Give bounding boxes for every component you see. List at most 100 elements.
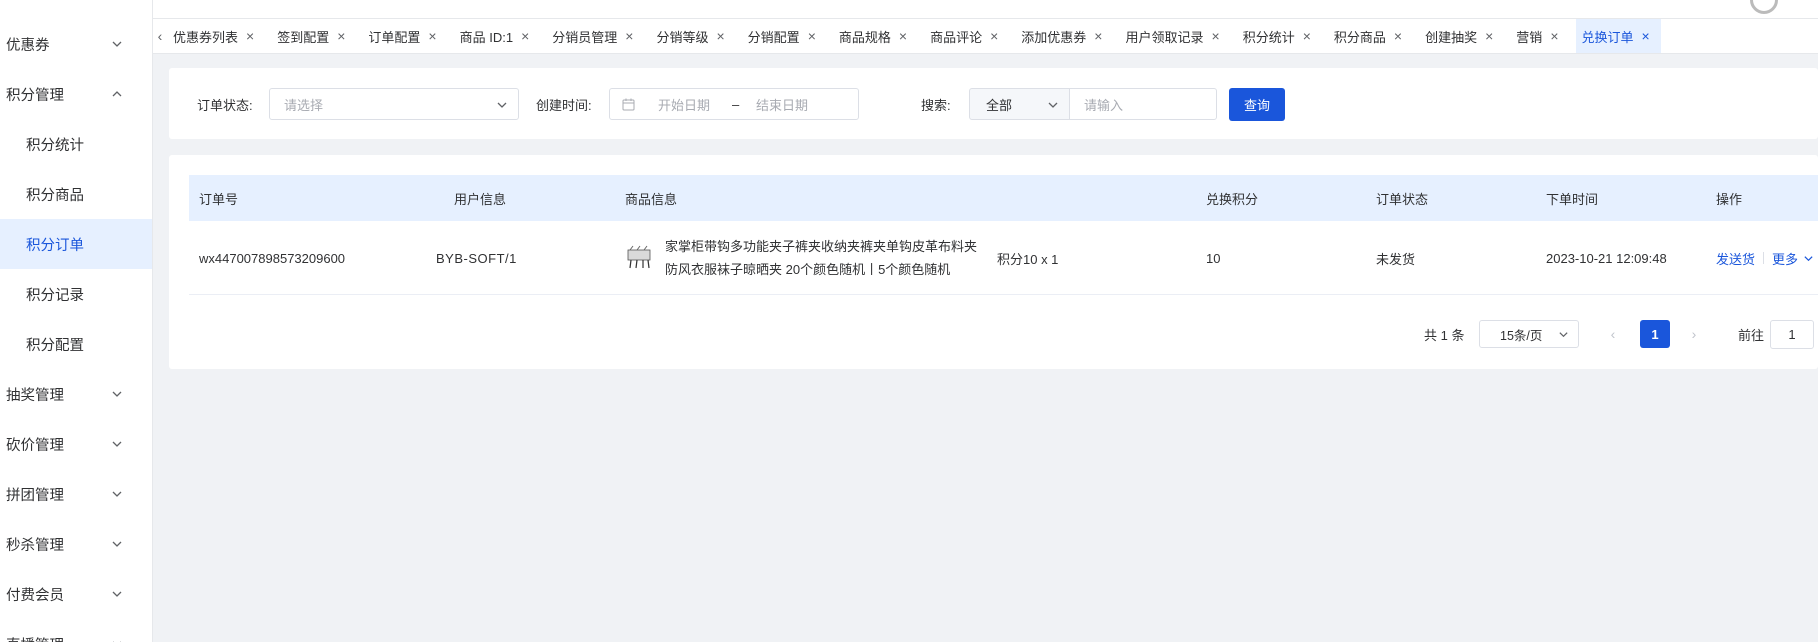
tab-order-config[interactable]: 订单配置 × bbox=[362, 19, 447, 53]
ship-link[interactable]: 发送货 bbox=[1716, 249, 1755, 268]
tab-user-claim-records[interactable]: 用户领取记录 × bbox=[1119, 19, 1230, 53]
date-range-picker[interactable]: 开始日期 – 结束日期 bbox=[609, 88, 859, 120]
tab-label: 商品规格 bbox=[838, 29, 891, 45]
sidebar-item-flash-sale[interactable]: 秒杀管理 bbox=[0, 519, 152, 569]
close-icon[interactable]: × bbox=[990, 29, 998, 43]
close-icon[interactable]: × bbox=[521, 29, 529, 43]
close-icon[interactable]: × bbox=[246, 29, 254, 43]
next-page-button[interactable]: › bbox=[1679, 320, 1709, 348]
created-time-label: 创建时间: bbox=[536, 98, 592, 113]
close-icon[interactable]: × bbox=[1485, 29, 1493, 43]
chevron-down-icon[interactable] bbox=[1803, 253, 1814, 264]
tab-label: 创建抽奖 bbox=[1425, 29, 1478, 45]
tab-goods-spec[interactable]: 商品规格 × bbox=[833, 19, 918, 53]
header-strip bbox=[153, 0, 1818, 19]
chevron-down-icon bbox=[1559, 332, 1568, 338]
close-icon[interactable]: × bbox=[1094, 29, 1102, 43]
sidebar-item-paid-member[interactable]: 付费会员 bbox=[0, 569, 152, 619]
tab-distributor-level[interactable]: 分销等级 × bbox=[650, 19, 735, 53]
sidebar-item-live[interactable]: 直播管理 bbox=[0, 619, 152, 642]
order-status-placeholder: 请选择 bbox=[284, 97, 324, 113]
tab-coupon-list[interactable]: 优惠券列表 × bbox=[167, 19, 265, 53]
sidebar-subitem-points-records[interactable]: 积分记录 bbox=[0, 269, 152, 319]
chevron-left-icon[interactable]: ‹ bbox=[153, 19, 167, 53]
sidebar-subitem-points-goods[interactable]: 积分商品 bbox=[0, 169, 152, 219]
sidebar-subitem-points-config[interactable]: 积分配置 bbox=[0, 319, 152, 369]
sidebar-subitem-label: 积分统计 bbox=[26, 137, 84, 154]
search-scope-select[interactable]: 全部 bbox=[969, 88, 1070, 120]
prev-page-button[interactable]: ‹ bbox=[1598, 320, 1628, 348]
close-icon[interactable]: × bbox=[625, 29, 633, 43]
more-link[interactable]: 更多 bbox=[1772, 249, 1798, 268]
sidebar-item-label: 拼团管理 bbox=[6, 487, 64, 504]
close-icon[interactable]: × bbox=[899, 29, 907, 43]
action-divider bbox=[1763, 252, 1765, 264]
calendar-icon bbox=[622, 98, 635, 111]
avatar[interactable] bbox=[1750, 0, 1778, 14]
column-header-goods: 商品信息 bbox=[625, 191, 678, 207]
sidebar-item-label: 付费会员 bbox=[6, 587, 64, 604]
column-header-time: 下单时间 bbox=[1546, 191, 1599, 207]
sidebar-subitem-label: 积分记录 bbox=[26, 287, 84, 304]
sidebar-item-coupons[interactable]: 优惠券 bbox=[0, 19, 152, 69]
close-icon[interactable]: × bbox=[1212, 29, 1220, 43]
close-icon[interactable]: × bbox=[808, 29, 816, 43]
tab-add-coupon[interactable]: 添加优惠券 × bbox=[1015, 19, 1113, 53]
column-header-order-no: 订单号 bbox=[199, 191, 239, 207]
order-status-select[interactable]: 请选择 bbox=[269, 88, 519, 120]
order-time-cell: 2023-10-21 12:09:48 bbox=[1546, 250, 1667, 266]
tab-label: 积分统计 bbox=[1242, 29, 1295, 45]
tab-label: 营销 bbox=[1516, 29, 1543, 45]
start-date-input[interactable]: 开始日期 bbox=[658, 95, 710, 114]
chevron-down-icon bbox=[113, 641, 121, 642]
tab-distributor-config[interactable]: 分销配置 × bbox=[742, 19, 827, 53]
sidebar-item-label: 秒杀管理 bbox=[6, 537, 64, 554]
goods-name: 家掌柜带钩多功能夹子裤夹收纳夹裤夹单钩皮革布料夹防风衣服袜子晾晒夹 20个颜色随… bbox=[665, 239, 978, 277]
sidebar-item-lottery[interactable]: 抽奖管理 bbox=[0, 369, 152, 419]
sidebar-subitem-points-stats[interactable]: 积分统计 bbox=[0, 119, 152, 169]
tab-label: 分销配置 bbox=[747, 29, 800, 45]
tab-distributor-manage[interactable]: 分销员管理 × bbox=[546, 19, 644, 53]
goods-spec-cell: 积分10 x 1 bbox=[997, 251, 1059, 267]
close-icon[interactable]: × bbox=[337, 29, 345, 43]
tab-label: 商品评论 bbox=[930, 29, 983, 45]
sidebar-item-bargain[interactable]: 砍价管理 bbox=[0, 419, 152, 469]
tab-label: 分销等级 bbox=[656, 29, 709, 45]
tab-points-stats[interactable]: 积分统计 × bbox=[1237, 19, 1322, 53]
tab-points-goods[interactable]: 积分商品 × bbox=[1328, 19, 1413, 53]
tab-goods-id[interactable]: 商品 ID:1 × bbox=[454, 19, 541, 53]
sidebar-subitem-label: 积分配置 bbox=[26, 337, 84, 354]
sidebar-subitem-points-orders[interactable]: 积分订单 bbox=[0, 219, 152, 269]
close-icon[interactable]: × bbox=[716, 29, 724, 43]
query-button[interactable]: 查询 bbox=[1229, 88, 1285, 121]
sidebar-item-label: 直播管理 bbox=[6, 634, 64, 642]
tab-exchange-orders[interactable]: 兑换订单 × bbox=[1575, 19, 1661, 53]
tab-marketing[interactable]: 营销 × bbox=[1510, 19, 1569, 53]
sidebar-item-group-buy[interactable]: 拼团管理 bbox=[0, 469, 152, 519]
goto-page-input[interactable]: 1 bbox=[1770, 320, 1814, 349]
tab-create-lottery[interactable]: 创建抽奖 × bbox=[1419, 19, 1504, 53]
tab-goods-review[interactable]: 商品评论 × bbox=[924, 19, 1009, 53]
range-separator: – bbox=[732, 96, 740, 112]
close-icon[interactable]: × bbox=[1394, 29, 1402, 43]
close-icon[interactable]: × bbox=[1642, 29, 1650, 43]
close-icon[interactable]: × bbox=[1550, 29, 1558, 43]
search-input[interactable]: 请输入 bbox=[1069, 88, 1217, 120]
chevron-down-icon bbox=[112, 441, 122, 447]
page-size-select[interactable]: 15条/页 bbox=[1479, 320, 1579, 348]
close-icon[interactable]: × bbox=[428, 29, 436, 43]
end-date-input[interactable]: 结束日期 bbox=[756, 95, 808, 114]
page-size-value: 15条/页 bbox=[1500, 328, 1543, 343]
column-header-actions: 操作 bbox=[1716, 191, 1743, 207]
search-scope-value: 全部 bbox=[986, 97, 1013, 113]
page-number-current[interactable]: 1 bbox=[1640, 320, 1670, 348]
close-icon[interactable]: × bbox=[1303, 29, 1311, 43]
tab-label: 商品 ID:1 bbox=[459, 29, 514, 45]
search-placeholder: 请输入 bbox=[1084, 97, 1124, 113]
column-header-user: 用户信息 bbox=[454, 191, 507, 207]
pagination-total: 共 1 条 bbox=[1424, 328, 1465, 343]
table-row: wx447007898573209600 BYB-SOFT/1 家掌柜带钩多功能… bbox=[189, 221, 1818, 295]
tab-signin-config[interactable]: 签到配置 × bbox=[271, 19, 356, 53]
sidebar-item-points[interactable]: 积分管理 bbox=[0, 69, 152, 119]
sidebar-subitem-label: 积分商品 bbox=[26, 187, 84, 204]
